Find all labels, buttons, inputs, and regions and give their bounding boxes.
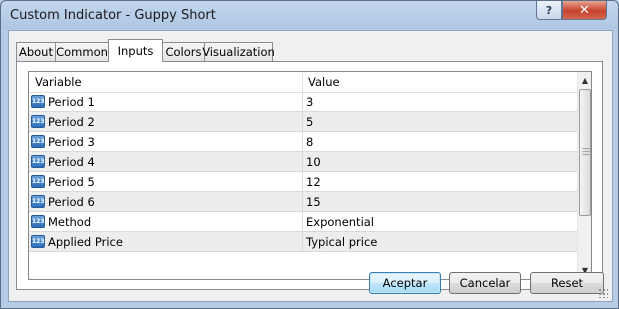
variable-name: Period 3: [48, 135, 95, 149]
table-row[interactable]: 123 Period 3 8: [29, 132, 577, 152]
tab-about[interactable]: About: [16, 42, 56, 61]
table-row[interactable]: 123 Applied Price Typical price: [29, 232, 577, 252]
variable-name: Period 2: [48, 115, 95, 129]
tab-visualization[interactable]: Visualization: [202, 42, 275, 61]
cell-divider: [302, 112, 303, 131]
tab-label: Inputs: [117, 44, 154, 58]
table-row[interactable]: 123 Period 4 10: [29, 152, 577, 172]
column-divider[interactable]: [302, 72, 303, 92]
integer-type-icon: 123: [31, 135, 45, 148]
help-button[interactable]: ?: [536, 1, 562, 20]
dialog-body: About Common Inputs Colors Visualization…: [8, 30, 613, 302]
table-row[interactable]: 123 Period 5 12: [29, 172, 577, 192]
table-row[interactable]: 123 Method Exponential: [29, 212, 577, 232]
variable-name: Period 1: [48, 95, 95, 109]
variable-name: Period 5: [48, 175, 95, 189]
tab-label: Colors: [165, 45, 202, 59]
integer-type-icon: 123: [31, 155, 45, 168]
cell-divider: [302, 172, 303, 191]
variable-value[interactable]: Exponential: [306, 215, 374, 229]
tab-label: Common: [56, 45, 108, 59]
variable-name: Period 4: [48, 155, 95, 169]
tab-label: Visualization: [202, 45, 275, 59]
vertical-scrollbar[interactable]: ▲ — — — ▼: [577, 72, 591, 279]
cancel-button-label: Cancelar: [459, 276, 511, 290]
integer-type-icon: 123: [31, 95, 45, 108]
cell-divider: [302, 92, 303, 111]
cancel-button[interactable]: Cancelar: [449, 272, 521, 294]
close-button[interactable]: ✕: [562, 1, 607, 20]
window-title: Custom Indicator - Guppy Short: [10, 8, 216, 23]
integer-type-icon: 123: [31, 215, 45, 228]
table-row[interactable]: 123 Period 2 5: [29, 112, 577, 132]
tab-inputs[interactable]: Inputs: [108, 39, 163, 62]
tab-label: About: [18, 45, 53, 59]
integer-type-icon: 123: [31, 115, 45, 128]
scroll-up-icon[interactable]: ▲: [578, 73, 591, 88]
variable-value[interactable]: 8: [306, 135, 313, 149]
help-icon: ?: [545, 3, 553, 17]
reset-button[interactable]: Reset: [530, 272, 604, 294]
integer-type-icon: 123: [31, 195, 45, 208]
variable-name: Applied Price: [48, 235, 123, 249]
table-row[interactable]: 123 Period 1 3: [29, 92, 577, 112]
variable-value[interactable]: 12: [306, 175, 321, 189]
variable-value[interactable]: 5: [306, 115, 313, 129]
variable-value[interactable]: 15: [306, 195, 321, 209]
variable-name: Method: [48, 215, 92, 229]
grid-header: Variable Value: [29, 72, 577, 93]
title-bar[interactable]: Custom Indicator - Guppy Short ? ✕: [1, 1, 618, 29]
integer-type-icon: 123: [31, 235, 45, 248]
tab-colors[interactable]: Colors: [162, 42, 205, 61]
grid-rows: 123 Period 1 3 123 Period 2 5 123 Period…: [29, 92, 577, 252]
grip-icon: — — —: [582, 144, 590, 159]
variable-value[interactable]: Typical price: [306, 235, 377, 249]
scrollbar-thumb[interactable]: — — —: [579, 89, 591, 216]
cell-divider: [302, 132, 303, 151]
tab-common[interactable]: Common: [55, 42, 109, 61]
inputs-panel: Variable Value 123 Period 1 3 123 Period…: [16, 61, 603, 290]
column-header-value[interactable]: Value: [308, 75, 340, 89]
cell-divider: [302, 212, 303, 231]
variable-value[interactable]: 10: [306, 155, 321, 169]
close-icon: ✕: [579, 2, 590, 18]
dialog-window: Custom Indicator - Guppy Short ? ✕ About…: [0, 0, 619, 309]
cell-divider: [302, 192, 303, 211]
accept-button[interactable]: Aceptar: [369, 272, 441, 294]
variable-value[interactable]: 3: [306, 95, 313, 109]
table-row[interactable]: 123 Period 6 15: [29, 192, 577, 212]
accept-button-label: Aceptar: [382, 276, 428, 290]
variable-name: Period 6: [48, 195, 95, 209]
cell-divider: [302, 232, 303, 251]
integer-type-icon: 123: [31, 175, 45, 188]
column-header-variable[interactable]: Variable: [35, 75, 82, 89]
cell-divider: [302, 152, 303, 171]
reset-button-label: Reset: [550, 276, 584, 290]
resize-grip-icon[interactable]: [598, 288, 608, 298]
inputs-grid: Variable Value 123 Period 1 3 123 Period…: [28, 71, 592, 280]
